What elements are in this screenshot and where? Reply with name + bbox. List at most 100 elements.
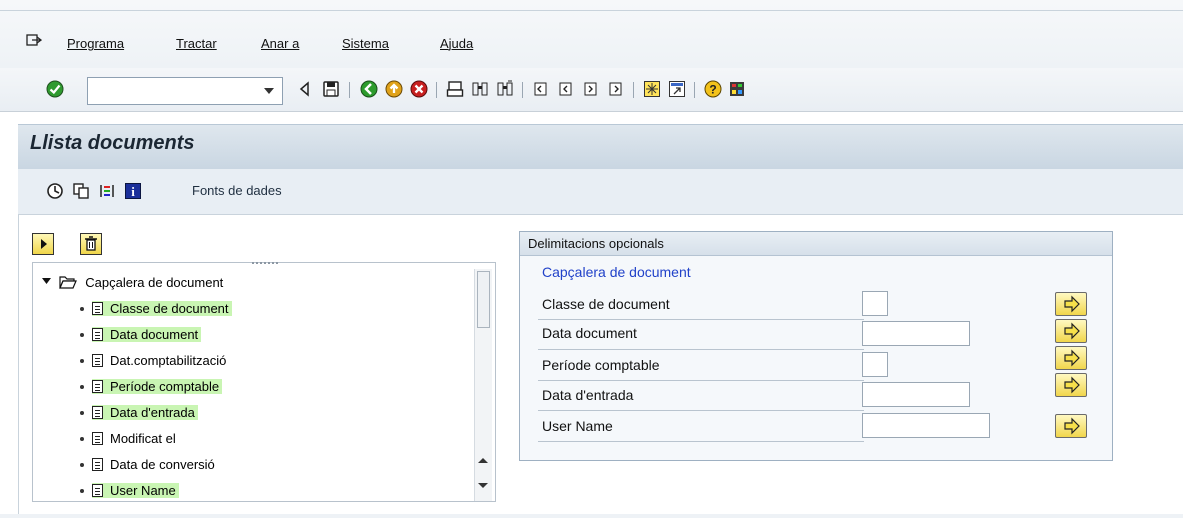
field-label-user-name: User Name — [542, 418, 613, 434]
tree-item-data-entrada[interactable]: Data d'entrada — [92, 402, 198, 424]
tree-item-label: Data de conversió — [110, 457, 215, 472]
tree-scrollbar[interactable] — [474, 269, 492, 501]
data-entrada-input[interactable] — [862, 382, 970, 407]
svg-text:?: ? — [709, 83, 716, 97]
field-underline — [538, 319, 864, 320]
field-underline — [538, 410, 864, 411]
tree-item-data-document[interactable]: Data document — [92, 324, 202, 346]
enter-check-icon[interactable] — [46, 80, 64, 101]
first-page-icon[interactable] — [532, 80, 550, 98]
command-field[interactable] — [87, 77, 283, 105]
print-icon[interactable] — [446, 80, 464, 98]
tree-item-user-name[interactable]: User Name — [92, 480, 179, 502]
find-icon[interactable] — [471, 80, 489, 98]
document-icon — [92, 458, 103, 471]
svg-text:i: i — [131, 184, 135, 199]
menu-ajuda[interactable]: Ajuda — [440, 36, 473, 51]
periode-comptable-multiple-button[interactable] — [1055, 346, 1087, 370]
field-label-data-document: Data document — [542, 325, 637, 341]
shortcut-icon[interactable] — [668, 80, 686, 98]
menu-sistema[interactable]: Sistema — [342, 36, 389, 51]
menu-exit-icon[interactable] — [26, 34, 43, 48]
tree-bullet — [80, 489, 84, 493]
tree-item-label: User Name — [110, 483, 176, 498]
back-triangle-icon[interactable] — [296, 80, 314, 98]
info-icon[interactable]: i — [124, 182, 142, 200]
create-session-icon[interactable] — [643, 80, 661, 98]
tree-item-modificat-el[interactable]: Modificat el — [92, 428, 176, 450]
scroll-up-icon[interactable] — [476, 455, 490, 465]
periode-comptable-input[interactable] — [862, 352, 888, 377]
tree-item-data-conversio[interactable]: Data de conversió — [92, 454, 215, 476]
field-label-periode-comptable: Període comptable — [542, 357, 660, 373]
caret-down-icon[interactable] — [42, 277, 51, 286]
tree-item-label: Modificat el — [110, 431, 176, 446]
classe-document-multiple-button[interactable] — [1055, 292, 1087, 316]
toolbar-separator — [349, 82, 350, 98]
data-entrada-multiple-button[interactable] — [1055, 373, 1087, 397]
previous-page-icon[interactable] — [557, 80, 575, 98]
arrow-right-icon — [1064, 417, 1080, 435]
tree-item-label: Període comptable — [110, 379, 220, 394]
tree-bullet — [80, 385, 84, 389]
selection-options-icon[interactable] — [98, 182, 116, 200]
menu-anar-a[interactable]: Anar a — [261, 36, 299, 51]
classe-document-input[interactable] — [862, 291, 888, 316]
execute-icon[interactable] — [46, 182, 64, 200]
tree-bullet — [80, 307, 84, 311]
delete-button[interactable] — [80, 233, 102, 255]
splitter-handle[interactable] — [252, 262, 278, 265]
expand-button[interactable] — [32, 233, 54, 255]
scroll-down-icon[interactable] — [476, 480, 490, 490]
save-icon[interactable] — [322, 80, 340, 98]
tree-item-label: Dat.comptabilització — [110, 353, 227, 368]
bottom-border — [0, 514, 1183, 518]
toolbar-separator — [522, 82, 523, 98]
group-subtitle: Capçalera de document — [542, 264, 691, 280]
field-underline — [538, 349, 864, 350]
document-icon — [92, 328, 103, 341]
find-next-icon[interactable] — [496, 80, 514, 98]
toolbar-separator — [436, 82, 437, 98]
top-divider — [0, 10, 1183, 11]
chevron-down-icon[interactable] — [264, 88, 274, 94]
field-underline — [538, 441, 864, 442]
menu-programa[interactable]: Programa — [67, 36, 124, 51]
menu-tractar[interactable]: Tractar — [176, 36, 217, 51]
page-title: Llista documents — [30, 132, 195, 154]
data-sources-button[interactable]: Fonts de dades — [192, 183, 282, 198]
tree-item-label: Data d'entrada — [110, 405, 195, 420]
data-document-input[interactable] — [862, 321, 970, 346]
menu-bar — [0, 0, 1183, 68]
document-icon — [92, 484, 103, 497]
layout-icon[interactable] — [728, 80, 746, 98]
toolbar-separator — [633, 82, 634, 98]
document-icon — [92, 432, 103, 445]
back-green-icon[interactable] — [360, 80, 378, 98]
exit-yellow-icon[interactable] — [385, 80, 403, 98]
copy-icon[interactable] — [72, 182, 90, 200]
field-label-data-entrada: Data d'entrada — [542, 387, 634, 403]
last-page-icon[interactable] — [607, 80, 625, 98]
tree-root-row[interactable]: Capçalera de document — [42, 272, 223, 294]
tree-item-dat-comptabilitzacio[interactable]: Dat.comptabilització — [92, 350, 226, 372]
arrow-right-icon — [1064, 322, 1080, 340]
document-icon — [92, 302, 103, 315]
tree-item-classe-document[interactable]: Classe de document — [92, 298, 232, 320]
folder-open-icon — [58, 276, 77, 289]
data-document-multiple-button[interactable] — [1055, 319, 1087, 343]
scrollbar-thumb[interactable] — [477, 271, 490, 328]
user-name-input[interactable] — [862, 413, 990, 438]
help-icon[interactable]: ? — [704, 80, 722, 98]
tree-item-label: Classe de document — [110, 301, 229, 316]
field-label-classe-document: Classe de document — [542, 296, 670, 312]
tree-bullet — [80, 463, 84, 467]
tree-bullet — [80, 333, 84, 337]
arrow-right-icon — [1064, 349, 1080, 367]
next-page-icon[interactable] — [582, 80, 600, 98]
document-icon — [92, 354, 103, 367]
group-header: Delimitacions opcionals — [520, 232, 1112, 256]
tree-item-periode-comptable[interactable]: Període comptable — [92, 376, 223, 398]
cancel-red-icon[interactable] — [410, 80, 428, 98]
user-name-multiple-button[interactable] — [1055, 414, 1087, 438]
